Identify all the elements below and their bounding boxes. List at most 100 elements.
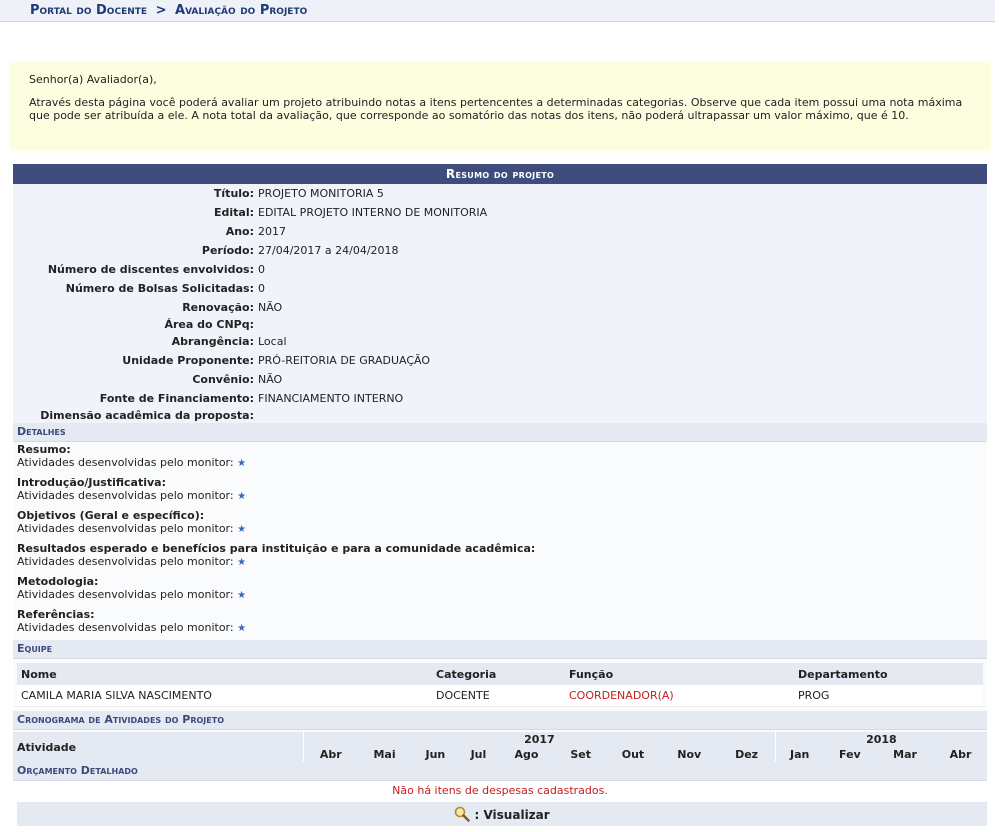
member-category: DOCENTE (432, 685, 565, 707)
month-header: Jan (774, 747, 824, 762)
month-header: Mar (893, 748, 917, 761)
details-heading: Detalhes (13, 423, 987, 442)
field-label: Área do CNPq: (164, 318, 254, 331)
detail-objetivos: Objetivos (Geral e específico): Atividad… (17, 508, 983, 541)
field-value: FINANCIAMENTO INTERNO (258, 392, 404, 405)
field-value: PROJETO MONITORIA 5 (258, 187, 384, 200)
field-discentes: Número de discentes envolvidos: 0 (13, 260, 987, 279)
month-header: Set (570, 748, 591, 761)
detail-text: Atividades desenvolvidas pelo monitor: (17, 456, 234, 469)
magnifier-icon (454, 806, 474, 822)
notice-greeting: Senhor(a) Avaliador(a), (29, 73, 157, 86)
detail-text: Atividades desenvolvidas pelo monitor: (17, 621, 234, 634)
summary-title: Resumo do projeto (13, 164, 987, 184)
month-header: Abr (949, 748, 972, 761)
field-value: 0 (258, 282, 265, 295)
detail-label: Resultados esperado e benefícios para in… (17, 542, 536, 555)
detail-resultados: Resultados esperado e benefícios para in… (17, 541, 983, 574)
star-icon: ★ (237, 524, 247, 535)
field-value: PRÓ-REITORIA DE GRADUAÇÃO (258, 354, 431, 367)
star-icon: ★ (237, 590, 247, 601)
field-label: Período: (201, 244, 254, 257)
detail-introducao: Introdução/Justificativa: Atividades des… (17, 475, 983, 508)
column-header-categoria: Categoria (432, 663, 565, 685)
column-header-departamento: Departamento (794, 663, 983, 685)
detail-text: Atividades desenvolvidas pelo monitor: (17, 489, 234, 502)
detail-label: Referências: (17, 608, 95, 621)
month-header: Out (621, 748, 645, 761)
member-name: CAMILA MARIA SILVA NASCIMENTO (17, 685, 432, 707)
team-header-row: Nome Categoria Função Departamento (17, 663, 983, 685)
field-value: EDITAL PROJETO INTERNO DE MONITORIA (258, 206, 488, 219)
field-value (254, 408, 258, 423)
detail-text: Atividades desenvolvidas pelo monitor: (17, 555, 234, 568)
field-edital: Edital: EDITAL PROJETO INTERNO DE MONITOR… (13, 203, 987, 222)
team-heading: Equipe (13, 640, 987, 659)
table-row: CAMILA MARIA SILVA NASCIMENTO DOCENTE CO… (17, 685, 983, 707)
team-table: Nome Categoria Função Departamento CAMIL… (17, 663, 983, 707)
field-value: 0 (258, 263, 265, 276)
schedule-section: Atividade 2017 2018 Abr Mai Jun Jul Ago … (13, 730, 987, 762)
project-summary-panel: Resumo do projeto Título: PROJETO MONITOR… (13, 164, 987, 801)
field-value: NÃO (258, 301, 283, 314)
star-icon: ★ (237, 623, 247, 634)
month-header: Nov (677, 748, 702, 761)
field-unidade: Unidade Proponente: PRÓ-REITORIA DE GRADU… (13, 351, 987, 370)
month-header: Jul (470, 748, 487, 761)
field-label: Dimensão acadêmica da proposta: (40, 409, 254, 422)
star-icon: ★ (237, 557, 247, 568)
breadcrumb-current-page: Avaliação do Projeto (175, 3, 308, 18)
breadcrumb-separator: > (155, 3, 167, 18)
field-label: Edital: (213, 206, 254, 219)
field-value: 2017 (258, 225, 286, 238)
field-value: NÃO (258, 373, 283, 386)
column-header-nome: Nome (17, 663, 432, 685)
detail-label: Resumo: (17, 443, 71, 456)
field-renovacao: Renovação: NÃO (13, 298, 987, 317)
star-icon: ★ (237, 458, 247, 469)
budget-heading: Orçamento Detalhado (13, 762, 987, 781)
summary-fields: Título: PROJETO MONITORIA 5 Edital: EDITAL… (13, 184, 987, 423)
field-label: Número de discentes envolvidos: (47, 263, 254, 276)
field-value: Local (258, 335, 287, 348)
month-header: Dez (735, 748, 759, 761)
detail-text: Atividades desenvolvidas pelo monitor: (17, 522, 234, 535)
field-label: Número de Bolsas Solicitadas: (65, 282, 254, 295)
field-label: Título: (213, 187, 254, 200)
instructions-notice: Senhor(a) Avaliador(a), Através desta pá… (9, 61, 991, 151)
view-button[interactable]: : Visualizar (17, 802, 987, 826)
field-area-cnpq: Área do CNPq: (13, 317, 987, 332)
field-label: Renovação: (182, 301, 254, 314)
budget-empty-message: Não há itens de despesas cadastrados. (13, 781, 987, 801)
field-label: Abrangência: (171, 335, 254, 348)
detail-label: Introdução/Justificativa: (17, 476, 167, 489)
field-ano: Ano: 2017 (13, 222, 987, 241)
schedule-heading: Cronograma de Atividades do Projeto (13, 711, 987, 730)
notice-text: Através desta página você poderá avaliar… (29, 96, 963, 122)
field-label: Ano: (225, 225, 254, 238)
field-label: Unidade Proponente: (122, 354, 254, 367)
view-button-label: : Visualizar (474, 808, 550, 822)
month-header: Jun (425, 748, 446, 761)
breadcrumb-portal-link[interactable]: Portal do Docente (30, 3, 147, 18)
field-bolsas: Número de Bolsas Solicitadas: 0 (13, 279, 987, 298)
month-header: Fev (839, 748, 861, 761)
field-abrangencia: Abrangência: Local (13, 332, 987, 351)
field-label: Fonte de Financiamento: (99, 392, 254, 405)
field-label: Convênio: (192, 373, 254, 386)
year-header-2018: 2018 (774, 732, 987, 747)
field-dimensao: Dimensão acadêmica da proposta: (13, 408, 987, 423)
field-convenio: Convênio: NÃO (13, 370, 987, 389)
detail-resumo: Resumo: Atividades desenvolvidas pelo mo… (17, 442, 983, 475)
month-header: Abr (302, 747, 358, 762)
member-department: PROG (794, 685, 983, 707)
field-value (254, 317, 258, 332)
detail-label: Objetivos (Geral e específico): (17, 509, 205, 522)
year-header-2017: 2017 (303, 732, 776, 747)
field-financiamento: Fonte de Financiamento: FINANCIAMENTO INT… (13, 389, 987, 408)
detail-label: Metodologia: (17, 575, 99, 588)
member-role: COORDENADOR(A) (565, 685, 794, 707)
month-header: Ago (514, 748, 539, 761)
detail-metodologia: Metodologia: Atividades desenvolvidas pe… (17, 574, 983, 607)
star-icon: ★ (237, 491, 247, 502)
